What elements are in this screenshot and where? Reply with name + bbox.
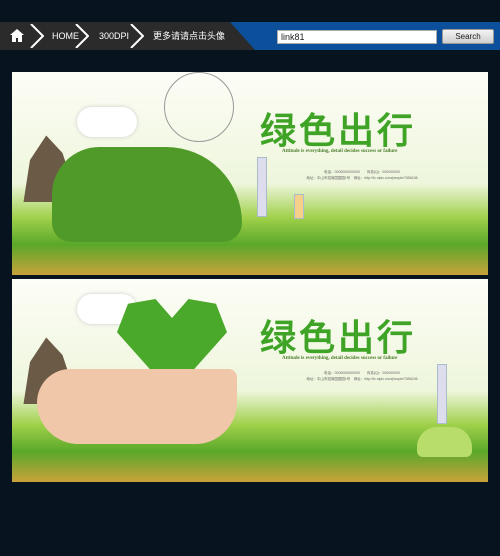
poster-subtitle: Attitude is everything, detail decides s… (282, 356, 398, 361)
home-icon[interactable] (10, 29, 24, 42)
poster-phone: 电话：0000000000000 传真(Q)：000000000 (324, 371, 400, 375)
grass-car (52, 147, 242, 242)
breadcrumb: HOME 300DPI 更多请请点击头像 (0, 22, 255, 50)
chevron-right-icon (75, 24, 89, 48)
building (294, 194, 304, 219)
building (257, 157, 267, 217)
chevron-right-icon (30, 24, 44, 48)
poster-car: 绿色出行 Attitude is everything, detail deci… (12, 72, 488, 275)
ferris-wheel (164, 72, 234, 142)
breadcrumb-more[interactable]: 更多请请点击头像 (153, 22, 225, 50)
search-button[interactable]: Search (442, 29, 494, 44)
breadcrumb-300dpi[interactable]: 300DPI (99, 22, 129, 50)
poster-title: 绿色出行 (260, 111, 417, 152)
hands (37, 369, 237, 444)
top-nav-bar: HOME 300DPI 更多请请点击头像 link81 Search (0, 22, 500, 50)
chevron-right-icon (130, 24, 144, 48)
search-input[interactable]: link81 (277, 30, 437, 44)
poster-address: 地址：中山市招商园园园1号 网址：http://fc.nipic.com/peo… (306, 176, 418, 180)
poster-heart: 绿色出行 Attitude is everything, detail deci… (12, 279, 488, 482)
poster-title: 绿色出行 (260, 318, 417, 359)
poster-phone: 电话：0000000000000 传真(Q)：000000000 (324, 170, 400, 174)
cloud (77, 107, 137, 137)
poster-subtitle: Attitude is everything, detail decides s… (282, 149, 398, 154)
poster-address: 地址：中山市招商园园园1号 网址：http://fc.nipic.com/peo… (306, 377, 418, 381)
small-car (417, 427, 472, 457)
